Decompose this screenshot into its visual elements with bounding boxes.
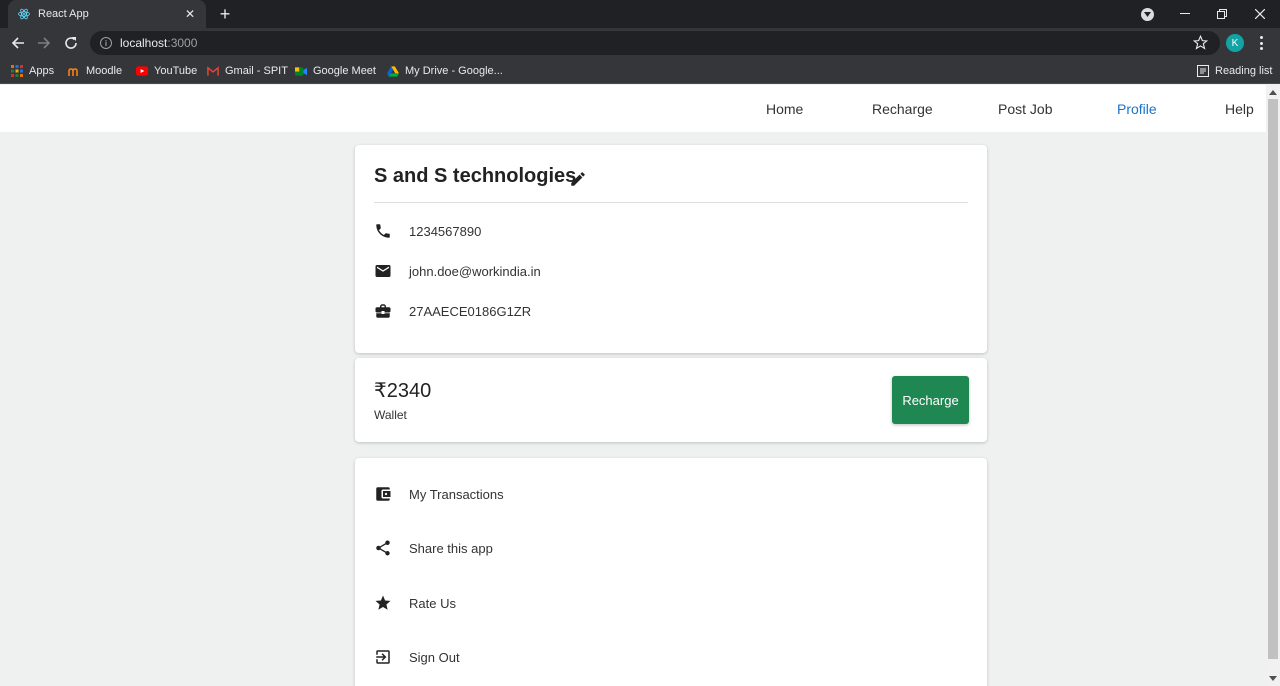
bookmark-label: YouTube	[154, 65, 198, 77]
menu-item-label: Share this app	[409, 540, 493, 556]
bookmark-star-icon[interactable]	[1192, 34, 1209, 55]
nav-recharge[interactable]: Recharge	[872, 85, 933, 132]
gmail-icon	[207, 65, 219, 77]
account-menu-card: My Transactions Share this app Rate Us S…	[355, 458, 987, 686]
tab-search-icon[interactable]	[1141, 8, 1154, 21]
wallet-balance: ₹2340	[374, 380, 432, 402]
bookmark-label: My Drive - Google...	[405, 65, 503, 77]
youtube-icon	[136, 65, 148, 77]
bookmark-label: Apps	[29, 65, 55, 77]
reading-list-label: Reading list	[1215, 65, 1273, 77]
moodle-icon	[68, 65, 80, 77]
url-host: localhost	[120, 36, 168, 50]
phone-number: 1234567890	[409, 223, 482, 239]
nav-profile[interactable]: Profile	[1117, 85, 1157, 132]
close-window-button[interactable]	[1241, 0, 1279, 28]
google-drive-icon	[387, 65, 399, 77]
browser-tab-strip: React App ✕ +	[0, 0, 1280, 28]
bookmark-moodle[interactable]: Moodle	[68, 58, 122, 84]
menu-item-sign-out[interactable]: Sign Out	[374, 645, 460, 669]
top-navigation: Home Recharge Post Job Profile Help	[0, 85, 1266, 132]
phone-row: 1234567890	[374, 220, 481, 242]
nav-help[interactable]: Help	[1225, 85, 1254, 132]
email-icon	[374, 262, 392, 280]
restore-button[interactable]	[1203, 0, 1241, 28]
site-info-icon[interactable]: i	[100, 37, 112, 49]
scroll-down-arrow-icon[interactable]	[1269, 676, 1277, 681]
forward-arrow-icon[interactable]	[34, 33, 54, 53]
menu-item-label: Rate Us	[409, 595, 456, 611]
browser-toolbar: i localhost:3000 K	[0, 28, 1280, 58]
tab-title: React App	[38, 8, 89, 20]
tab-close-icon[interactable]: ✕	[182, 6, 198, 22]
share-icon	[374, 539, 392, 557]
react-logo-icon	[18, 8, 30, 20]
menu-item-my-transactions[interactable]: My Transactions	[374, 482, 504, 506]
page-scrollbar[interactable]	[1266, 85, 1280, 686]
gstin-row: 27AAECE0186G1ZR	[374, 300, 531, 322]
apps-grid-icon	[11, 65, 23, 77]
bookmark-label: Moodle	[86, 65, 123, 77]
browser-tab[interactable]: React App ✕	[8, 0, 206, 28]
back-arrow-icon[interactable]	[8, 33, 28, 53]
menu-item-rate-us[interactable]: Rate Us	[374, 591, 456, 615]
bookmark-youtube[interactable]: YouTube	[136, 58, 197, 84]
gstin-number: 27AAECE0186G1ZR	[409, 303, 532, 319]
sign-out-icon	[374, 648, 392, 666]
bookmark-google-meet[interactable]: Google Meet	[295, 58, 376, 84]
menu-item-share-app[interactable]: Share this app	[374, 536, 493, 560]
email-row: john.doe@workindia.in	[374, 260, 541, 282]
bookmark-gmail[interactable]: Gmail - SPIT	[207, 58, 288, 84]
scroll-up-arrow-icon[interactable]	[1269, 90, 1277, 95]
scrollbar-thumb[interactable]	[1268, 99, 1278, 659]
menu-item-label: Sign Out	[409, 649, 460, 665]
google-meet-icon	[295, 65, 307, 77]
recharge-button[interactable]: Recharge	[892, 376, 969, 424]
nav-home[interactable]: Home	[766, 85, 803, 132]
bookmarks-bar: Apps Moodle YouTube Gmail - SPIT Google …	[0, 58, 1280, 84]
url-port: :3000	[167, 36, 198, 50]
divider	[374, 202, 968, 203]
minimize-button[interactable]	[1166, 0, 1204, 28]
app-viewport: Home Recharge Post Job Profile Help S an…	[0, 85, 1266, 686]
profile-avatar[interactable]: K	[1226, 34, 1244, 52]
reading-list-icon	[1197, 65, 1209, 77]
new-tab-button[interactable]: +	[216, 5, 234, 23]
star-icon	[374, 594, 392, 612]
menu-item-label: My Transactions	[409, 486, 504, 502]
wallet-label: Wallet	[374, 408, 407, 422]
phone-icon	[374, 222, 392, 240]
reload-icon[interactable]	[61, 33, 81, 53]
profile-card: S and S technologies 1234567890 john.doe…	[355, 145, 987, 353]
wallet-card: ₹2340 Wallet Recharge	[355, 358, 987, 442]
bookmark-apps[interactable]: Apps	[11, 58, 54, 84]
edit-pencil-icon[interactable]	[569, 170, 587, 193]
nav-post-job[interactable]: Post Job	[998, 85, 1052, 132]
bookmark-label: Gmail - SPIT	[225, 65, 288, 77]
reading-list-button[interactable]: Reading list	[1197, 58, 1272, 84]
email-address: john.doe@workindia.in	[409, 263, 541, 279]
wallet-icon	[374, 485, 392, 503]
briefcase-icon	[374, 302, 392, 320]
bookmark-google-drive[interactable]: My Drive - Google...	[387, 58, 503, 84]
bookmark-label: Google Meet	[313, 65, 376, 77]
address-bar[interactable]: i localhost:3000	[90, 31, 1220, 55]
browser-menu-icon[interactable]	[1256, 35, 1266, 51]
company-name: S and S technologies	[374, 165, 577, 187]
